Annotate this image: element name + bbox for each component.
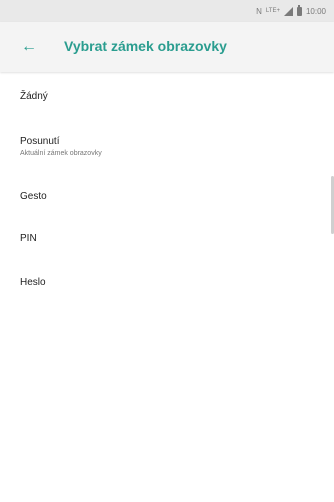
option-title: PIN bbox=[20, 233, 37, 244]
nfc-icon: N bbox=[256, 6, 262, 16]
option-pattern[interactable]: Gesto bbox=[0, 178, 334, 222]
option-title: Heslo bbox=[20, 277, 46, 288]
status-icons: N LTE+ 10:00 bbox=[256, 4, 326, 17]
option-title: Gesto bbox=[20, 191, 47, 202]
back-arrow-icon[interactable]: ← bbox=[20, 38, 38, 56]
page-title: Vybrat zámek obrazovky bbox=[64, 38, 227, 54]
network-type-label: LTE+ bbox=[265, 8, 280, 14]
clock: 10:00 bbox=[305, 6, 326, 16]
status-bar: N LTE+ 10:00 bbox=[0, 0, 334, 22]
option-subtitle: Aktuální zámek obrazovky bbox=[20, 150, 102, 157]
screen-lock-options-list: Žádný Posunutí Aktuální zámek obrazovky … bbox=[0, 78, 334, 310]
battery-icon bbox=[296, 4, 302, 16]
option-password[interactable]: Heslo bbox=[0, 266, 334, 310]
option-title: Posunutí bbox=[20, 136, 60, 147]
app-bar: ← Vybrat zámek obrazovky bbox=[0, 22, 334, 72]
option-pin[interactable]: PIN bbox=[0, 222, 334, 266]
option-title: Žádný bbox=[20, 91, 48, 102]
signal-strength-icon bbox=[283, 6, 293, 16]
option-swipe[interactable]: Posunutí Aktuální zámek obrazovky bbox=[0, 126, 334, 178]
option-none[interactable]: Žádný bbox=[0, 78, 334, 126]
